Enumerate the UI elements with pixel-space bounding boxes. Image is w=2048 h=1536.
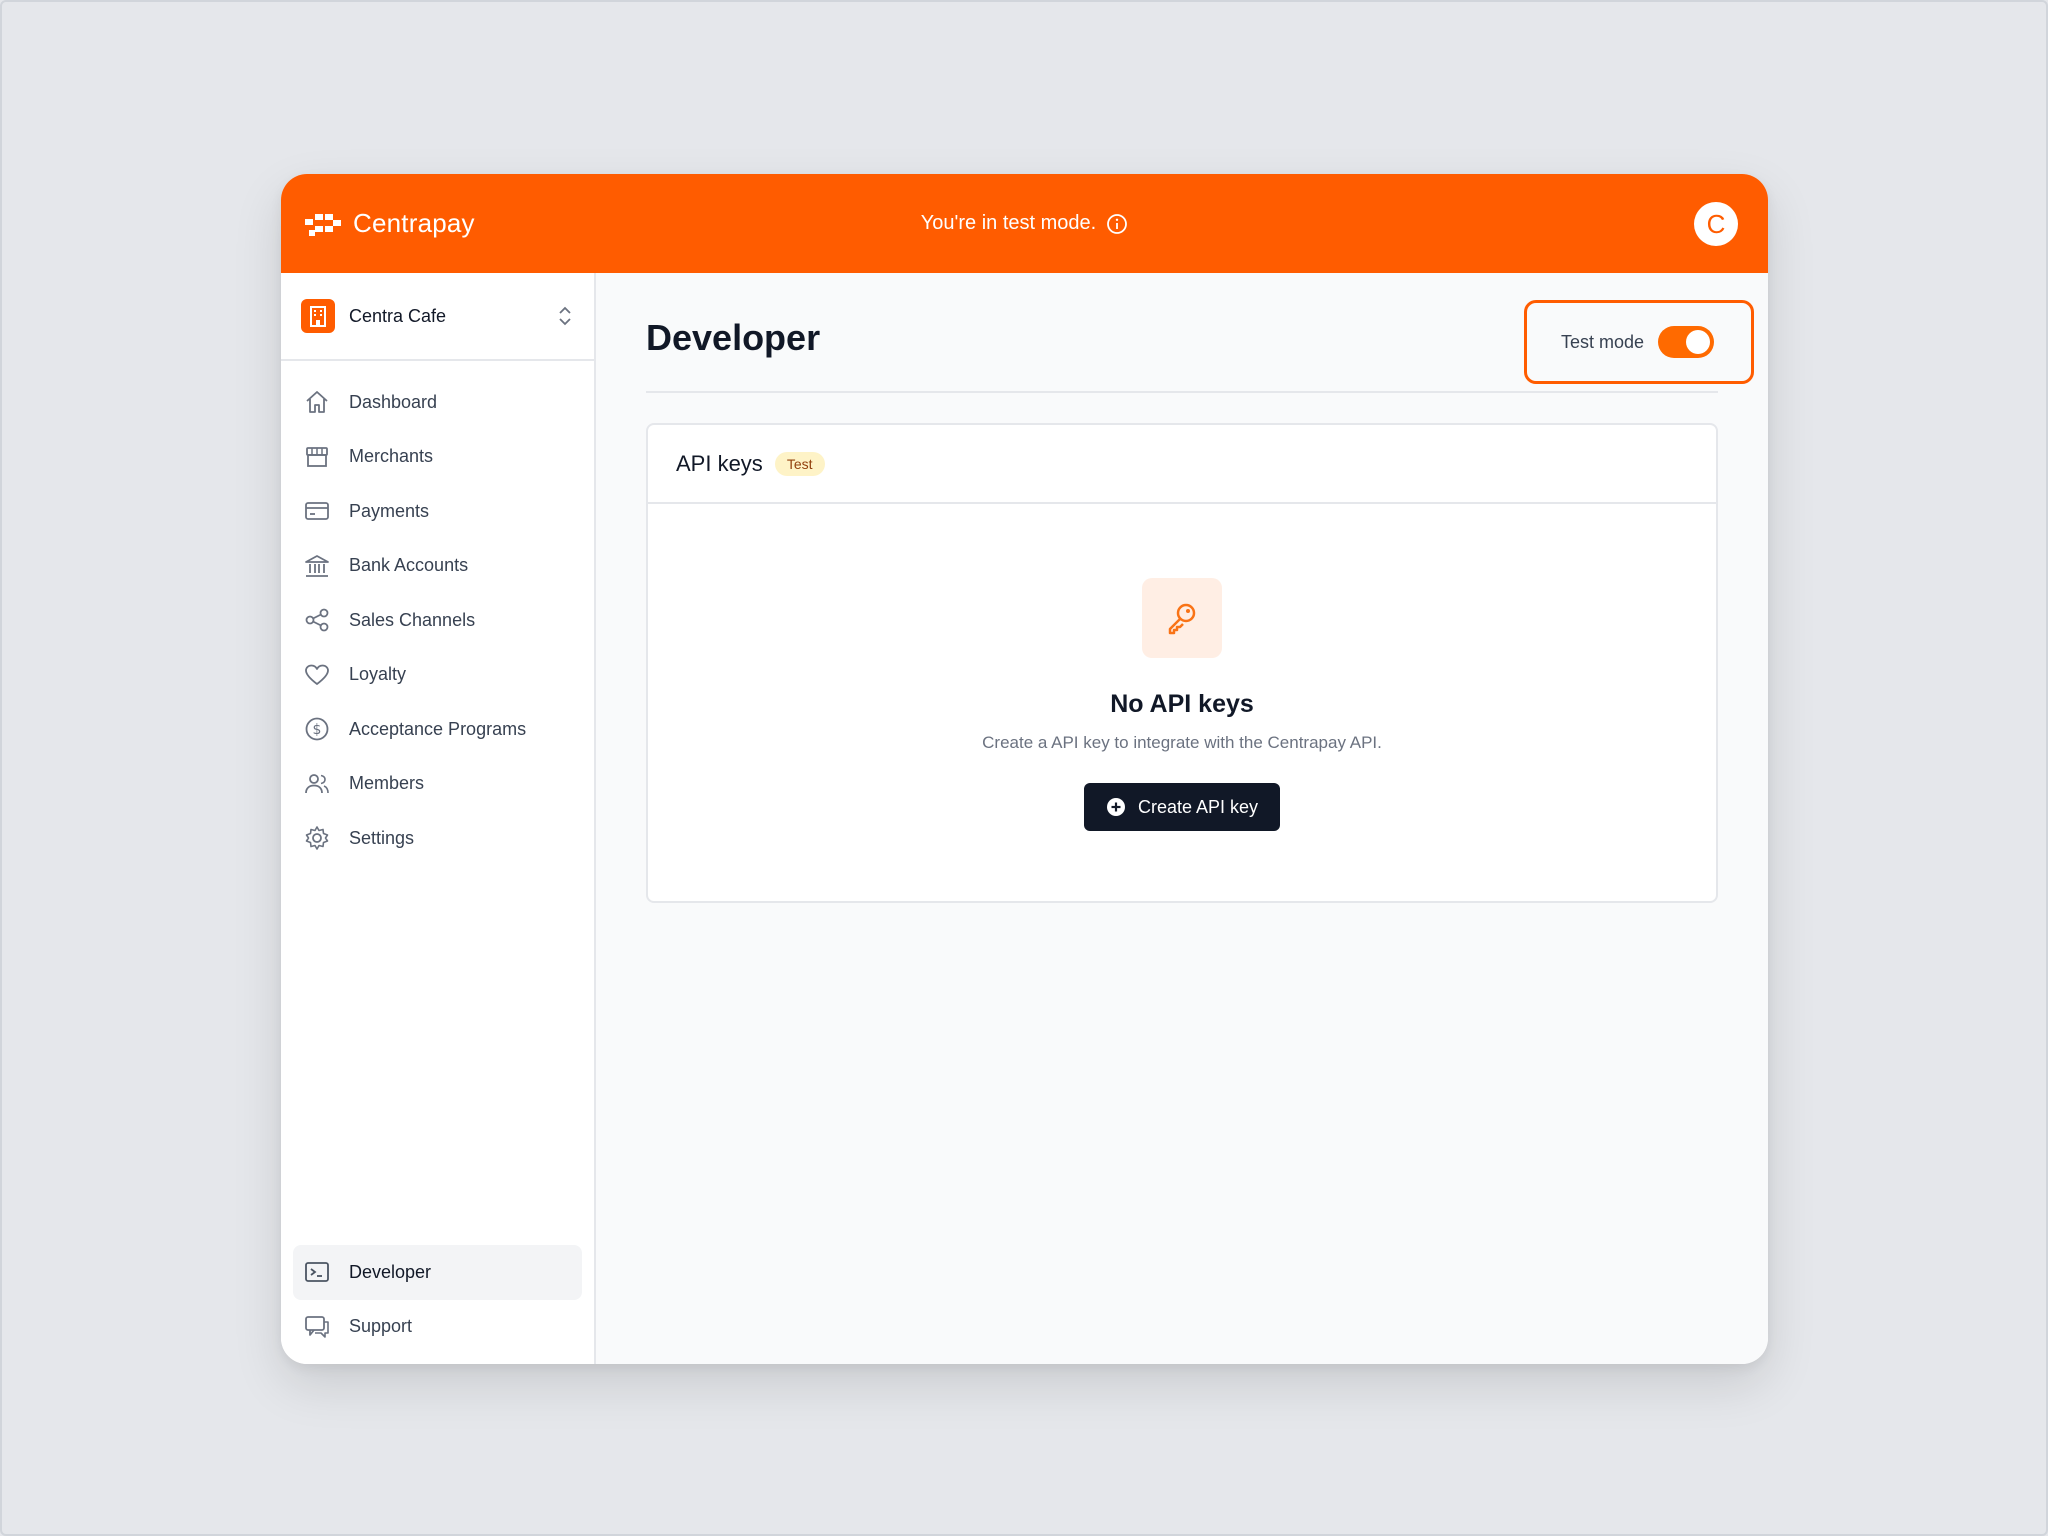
sidebar-item-label: Sales Channels	[349, 609, 476, 630]
sidebar-item-label: Members	[349, 773, 425, 794]
chevron-up-down-icon	[559, 306, 571, 326]
org-name: Centra Cafe	[349, 305, 447, 326]
sidebar-item-label: Loyalty	[349, 664, 407, 685]
store-icon	[306, 446, 328, 467]
top-bar: Centrapay You're in test mode. C	[281, 174, 1768, 273]
sidebar-item-label: Dashboard	[349, 391, 438, 412]
sidebar-item-developer[interactable]: Developer	[293, 1245, 582, 1300]
plus-circle-icon	[1106, 798, 1125, 816]
sidebar-item-loyalty[interactable]: Loyalty	[281, 648, 594, 703]
page-title: Developer	[646, 317, 821, 358]
test-mode-toggle[interactable]	[1658, 326, 1715, 358]
status-badge: Test	[774, 451, 825, 476]
test-mode-label: Test mode	[1561, 331, 1645, 352]
empty-title: No API keys	[1110, 690, 1254, 718]
empty-subtitle: Create a API key to integrate with the C…	[982, 733, 1382, 752]
sidebar-item-acceptance-programs[interactable]: $ Acceptance Programs	[281, 702, 594, 757]
page-header: Developer Test mode	[646, 273, 1754, 393]
avatar[interactable]: C	[1694, 202, 1738, 246]
main-content: Developer Test mode API keys Test No API…	[596, 273, 1768, 1364]
create-api-key-label: Create API key	[1137, 796, 1259, 817]
sidebar-item-payments[interactable]: Payments	[281, 484, 594, 539]
empty-state: No API keys Create a API key to integrat…	[648, 504, 1716, 901]
terminal-icon	[305, 1262, 329, 1283]
api-keys-card: API keys Test No API keys Create a API k…	[646, 423, 1718, 903]
test-mode-text: You're in test mode.	[920, 212, 1097, 234]
users-icon	[305, 773, 329, 793]
sidebar-item-label: Developer	[349, 1261, 432, 1282]
info-icon[interactable]	[1106, 213, 1128, 235]
building-icon	[301, 299, 335, 333]
sidebar-item-label: Merchants	[349, 446, 434, 467]
sidebar-item-label: Bank Accounts	[349, 555, 469, 576]
sidebar-item-settings[interactable]: Settings	[281, 811, 594, 866]
org-switcher[interactable]: Centra Cafe	[281, 273, 594, 361]
card-header: API keys Test	[648, 425, 1716, 504]
sidebar-item-label: Support	[349, 1316, 413, 1337]
home-icon	[306, 391, 328, 414]
test-mode-toggle-group: Test mode	[1524, 300, 1754, 384]
sidebar-item-dashboard[interactable]: Dashboard	[281, 375, 594, 430]
svg-text:$: $	[313, 722, 322, 738]
gear-icon	[305, 826, 329, 851]
bank-icon	[305, 554, 329, 577]
test-mode-banner: You're in test mode.	[281, 174, 1768, 273]
dollar-circle-icon: $	[305, 717, 329, 741]
app-window: Centrapay You're in test mode. C Centra	[281, 174, 1768, 1364]
heart-icon	[305, 664, 329, 685]
key-icon	[1142, 578, 1222, 658]
sidebar-item-members[interactable]: Members	[281, 757, 594, 812]
card-title: API keys	[676, 450, 763, 476]
sidebar-item-label: Payments	[349, 500, 430, 521]
sidebar-item-label: Acceptance Programs	[349, 718, 527, 739]
chat-icon	[305, 1315, 329, 1338]
sidebar-item-merchants[interactable]: Merchants	[281, 430, 594, 485]
credit-card-icon	[305, 502, 329, 521]
sidebar-bottom-nav: Developer Support	[281, 1245, 594, 1354]
create-api-key-button[interactable]: Create API key	[1083, 783, 1281, 831]
sidebar: Centra Cafe Dashboard Merchants Payments	[281, 273, 596, 1364]
sidebar-item-label: Settings	[349, 827, 415, 848]
toggle-knob	[1686, 330, 1711, 354]
share-icon	[305, 608, 329, 632]
sidebar-nav: Dashboard Merchants Payments Bank Accoun…	[281, 361, 594, 866]
sidebar-item-bank-accounts[interactable]: Bank Accounts	[281, 539, 594, 594]
sidebar-item-sales-channels[interactable]: Sales Channels	[281, 593, 594, 648]
sidebar-item-support[interactable]: Support	[281, 1300, 594, 1355]
